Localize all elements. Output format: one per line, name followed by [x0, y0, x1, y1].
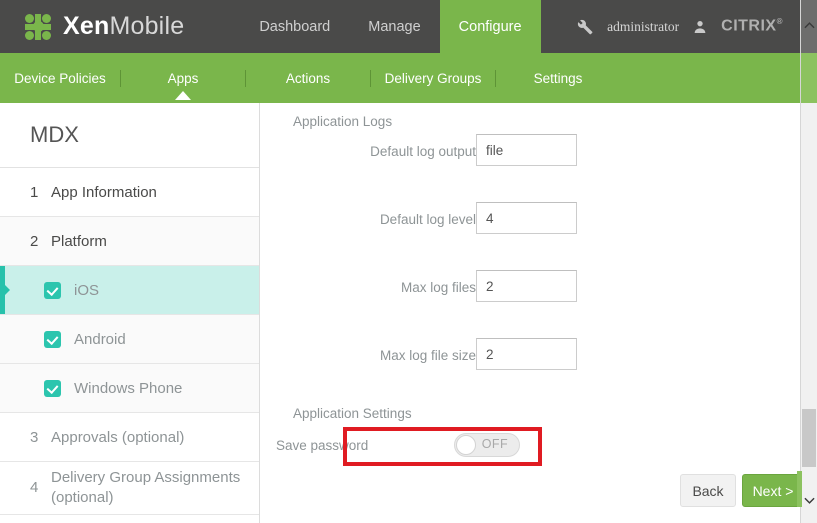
max-log-file-size-input[interactable]: [476, 338, 577, 370]
primary-nav: Dashboard Manage Configure: [240, 0, 541, 53]
sidebar-item-ios[interactable]: iOS: [0, 266, 259, 315]
field-label-max-log-file-size: Max log file size: [379, 348, 476, 363]
sidebar-item-windows-phone[interactable]: Windows Phone: [0, 364, 259, 413]
citrix-logo-text: CITRIX: [721, 17, 777, 35]
subnav-item-actions[interactable]: Actions: [246, 70, 370, 87]
page-title: MDX: [0, 103, 259, 168]
sidebar-item-label: App Information: [51, 183, 157, 201]
field-label-save-password: Save password: [276, 438, 369, 453]
step-number: 4: [30, 479, 39, 496]
step-number: 3: [30, 428, 39, 446]
field-label-max-log-files: Max log files: [400, 280, 476, 295]
subnav-item-settings[interactable]: Settings: [496, 70, 620, 87]
scrollbar-thumb[interactable]: [802, 409, 816, 467]
main-content-panel: Application Logs Default log output Defa…: [261, 103, 800, 523]
subnav-item-device-policies[interactable]: Device Policies: [0, 70, 120, 87]
chevron-down-icon: [803, 497, 815, 504]
back-button[interactable]: Back: [680, 474, 736, 507]
brand-logo[interactable]: XenMobile: [25, 12, 184, 41]
scroll-up-button[interactable]: [801, 16, 817, 33]
wizard-sidebar: MDX 1 App Information 2 Platform iOS And…: [0, 103, 260, 523]
sidebar-item-label: Platform: [51, 232, 107, 250]
step-number: 1: [30, 183, 39, 201]
checkbox-checked-icon[interactable]: [44, 330, 61, 348]
sidebar-item-platform[interactable]: 2 Platform: [0, 217, 259, 266]
section-title-application-logs: Application Logs: [293, 114, 393, 129]
sidebar-item-android[interactable]: Android: [0, 315, 259, 364]
next-button[interactable]: Next >: [742, 474, 800, 507]
step-number: 2: [30, 232, 39, 250]
nav-item-manage[interactable]: Manage: [349, 0, 439, 53]
default-log-output-input[interactable]: [476, 134, 577, 166]
citrix-trademark: ®: [776, 17, 783, 27]
field-label-default-log-level: Default log level: [379, 212, 476, 227]
sidebar-item-app-information[interactable]: 1 App Information: [0, 168, 259, 217]
toggle-knob: [456, 435, 476, 455]
wrench-icon[interactable]: [575, 17, 594, 36]
scroll-down-button[interactable]: [801, 492, 817, 509]
account-name[interactable]: administrator: [607, 19, 679, 35]
field-label-default-log-output: Default log output: [370, 144, 476, 159]
nav-item-dashboard[interactable]: Dashboard: [240, 0, 349, 53]
nav-item-configure[interactable]: Configure: [439, 0, 541, 53]
sidebar-item-label: Android: [74, 330, 126, 348]
max-log-files-input[interactable]: [476, 270, 577, 302]
subnav-item-apps[interactable]: Apps: [121, 70, 245, 100]
checkbox-checked-icon[interactable]: [44, 281, 61, 299]
xenmobile-app-window: XenMobile Dashboard Manage Configure adm…: [0, 0, 817, 523]
person-icon[interactable]: [692, 18, 708, 36]
top-header-bar: XenMobile Dashboard Manage Configure adm…: [0, 0, 800, 53]
section-title-application-settings: Application Settings: [293, 406, 412, 421]
account-area: administrator CITRIX®: [575, 0, 783, 53]
sidebar-item-label: Windows Phone: [74, 379, 183, 397]
sidebar-item-delivery-group-assignments[interactable]: 4 Delivery Group Assignments (optional): [0, 462, 259, 515]
checkbox-checked-icon[interactable]: [44, 379, 61, 397]
chevron-up-icon: [803, 21, 815, 28]
sidebar-item-approvals[interactable]: 3 Approvals (optional): [0, 413, 259, 462]
xenmobile-dots-logo-icon: [25, 13, 51, 40]
sidebar-item-label: Delivery Group Assignments (optional): [51, 469, 241, 506]
brand-title: XenMobile: [63, 12, 184, 41]
vertical-scrollbar[interactable]: [797, 0, 817, 523]
sidebar-item-label: Approvals (optional): [51, 428, 185, 446]
default-log-level-input[interactable]: [476, 202, 577, 234]
brand-title-light: Mobile: [109, 12, 185, 40]
brand-title-bold: Xen: [63, 12, 110, 40]
subnav-item-delivery-groups[interactable]: Delivery Groups: [371, 70, 495, 87]
save-password-toggle[interactable]: OFF: [454, 433, 520, 457]
toggle-state-label: OFF: [481, 437, 508, 451]
sidebar-item-label: iOS: [74, 281, 100, 299]
secondary-nav: Device Policies Apps Actions Delivery Gr…: [0, 53, 800, 103]
scrollbar-subnav-fill: [801, 53, 817, 103]
citrix-logo: CITRIX®: [721, 17, 783, 35]
